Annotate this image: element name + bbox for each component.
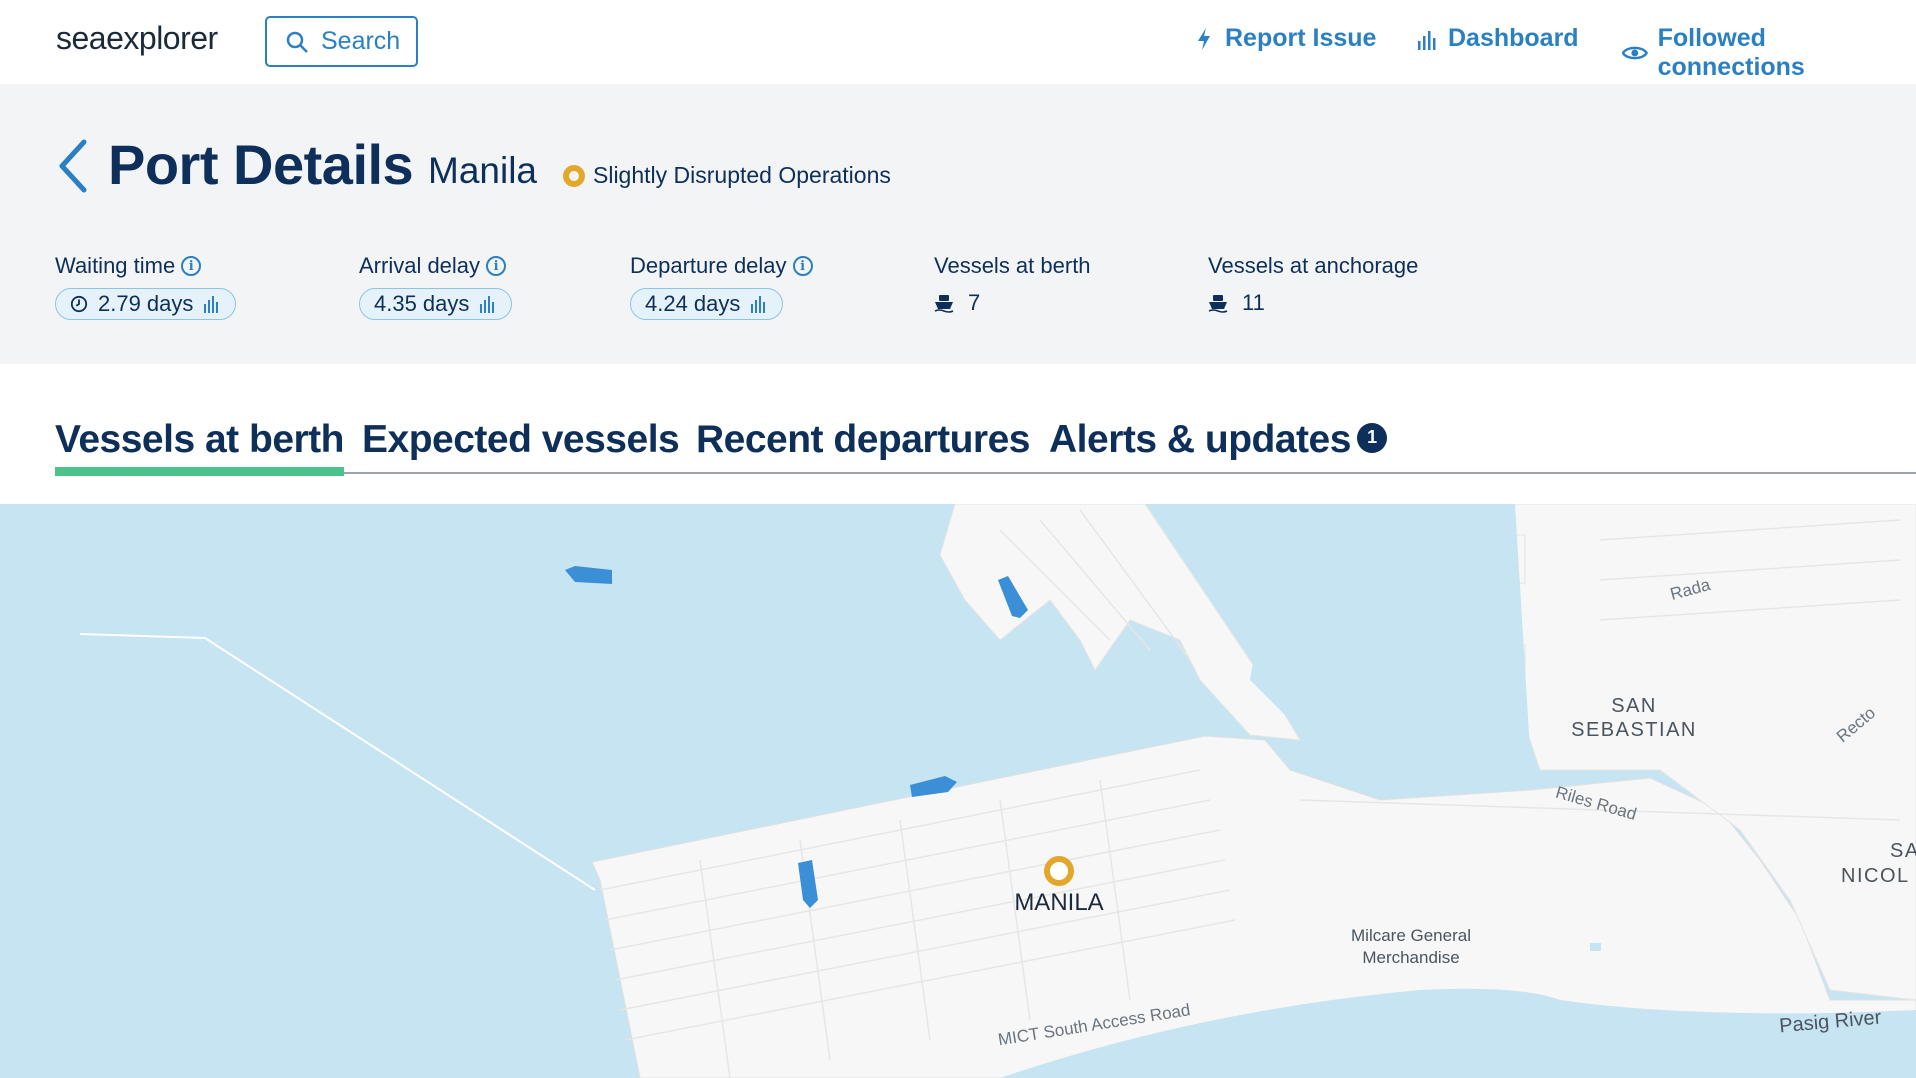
port-map[interactable]: MANILA SAN SEBASTIAN SAN NICOL Rada Rect…: [0, 504, 1916, 1078]
map-label-milcare: Merchandise: [1362, 948, 1459, 967]
map-label-san-nicolas: NICOL: [1841, 865, 1910, 887]
tab-recent-departures[interactable]: Recent departures: [696, 418, 1030, 474]
tab-bar: Vessels at berth Expected vessels Recent…: [55, 418, 1916, 476]
page-title: Port Details: [108, 133, 414, 196]
vessels-at-anchorage-label: Vessels at anchorage: [1208, 253, 1419, 278]
search-icon: [286, 31, 308, 53]
metric-departure-delay: Departure delay i 4.24 days: [630, 252, 813, 320]
arrival-delay-label: Arrival delay: [359, 253, 481, 278]
departure-delay-value: 4.24 days: [645, 291, 741, 316]
map-label-san-sebastian: SAN: [1611, 695, 1657, 717]
status-dot-icon: [563, 164, 585, 187]
bar-chart-icon: [204, 296, 219, 313]
metric-waiting-time: Waiting time i 2.79 days: [55, 252, 237, 320]
port-status: Slightly Disrupted Operations: [563, 162, 891, 189]
vessels-at-berth-label: Vessels at berth: [934, 253, 1091, 278]
status-label: Slightly Disrupted Operations: [593, 162, 891, 188]
ship-icon: [1208, 295, 1228, 313]
tab-expected-vessels[interactable]: Expected vessels: [362, 418, 680, 474]
manila-port-marker-icon[interactable]: [1044, 856, 1074, 886]
clock-icon: [70, 295, 88, 313]
bar-chart-icon: [480, 296, 495, 313]
info-icon[interactable]: i: [181, 256, 202, 276]
dashboard-label: Dashboard: [1448, 24, 1579, 52]
alerts-count-badge: 1: [1356, 422, 1387, 453]
lightning-icon: [1198, 27, 1210, 50]
port-header: Port Details Manila Slightly Disrupted O…: [0, 84, 1916, 364]
metric-vessels-at-anchorage: Vessels at anchorage 11: [1208, 252, 1418, 316]
ship-icon: [934, 295, 954, 313]
back-chevron-icon[interactable]: [54, 138, 90, 194]
report-issue-link[interactable]: Report Issue: [1193, 24, 1376, 53]
map-canvas[interactable]: MANILA SAN SEBASTIAN SAN NICOL Rada Rect…: [0, 504, 1916, 1078]
followed-connections-link[interactable]: Followed connections: [1622, 24, 1916, 82]
arrival-delay-pill[interactable]: 4.35 days: [359, 288, 513, 320]
map-label-manila: MANILA: [1014, 889, 1103, 916]
arrival-delay-value: 4.35 days: [374, 291, 470, 316]
tab-alerts-updates[interactable]: Alerts & updates 1: [1049, 418, 1387, 474]
metric-arrival-delay: Arrival delay i 4.35 days: [359, 252, 513, 320]
info-icon[interactable]: i: [792, 256, 813, 276]
search-button-label: Search: [321, 27, 401, 55]
map-label-san-sebastian: SEBASTIAN: [1571, 719, 1697, 741]
map-label-milcare: Milcare General: [1351, 926, 1471, 945]
vessels-at-anchorage-value: 11: [1242, 290, 1265, 315]
eye-icon: [1622, 46, 1648, 60]
tab-alerts-updates-label: Alerts & updates: [1049, 418, 1351, 461]
search-button[interactable]: Search: [265, 16, 418, 67]
followed-connections-label: Followed connections: [1657, 24, 1805, 81]
app-logo[interactable]: seaexplorer: [56, 20, 218, 57]
vessels-at-berth-value: 7: [968, 290, 981, 315]
dashboard-link[interactable]: Dashboard: [1416, 24, 1579, 53]
port-name: Manila: [428, 150, 537, 191]
bar-chart-icon: [1418, 30, 1436, 50]
info-icon[interactable]: i: [486, 256, 507, 276]
departure-delay-pill[interactable]: 4.24 days: [630, 288, 784, 320]
bar-chart-icon: [751, 296, 766, 313]
map-small-pond: [1590, 943, 1601, 951]
waiting-time-label: Waiting time: [55, 253, 176, 278]
waiting-time-pill[interactable]: 2.79 days: [55, 288, 237, 320]
top-navigation-bar: seaexplorer Search Report Issue Dashboar…: [0, 0, 1916, 84]
departure-delay-label: Departure delay: [630, 253, 787, 278]
waiting-time-value: 2.79 days: [98, 291, 194, 316]
report-issue-label: Report Issue: [1225, 24, 1377, 52]
tab-vessels-at-berth[interactable]: Vessels at berth: [55, 418, 345, 476]
map-label-san-nicolas: SAN: [1890, 840, 1916, 862]
metric-vessels-at-berth: Vessels at berth 7: [934, 252, 1091, 316]
